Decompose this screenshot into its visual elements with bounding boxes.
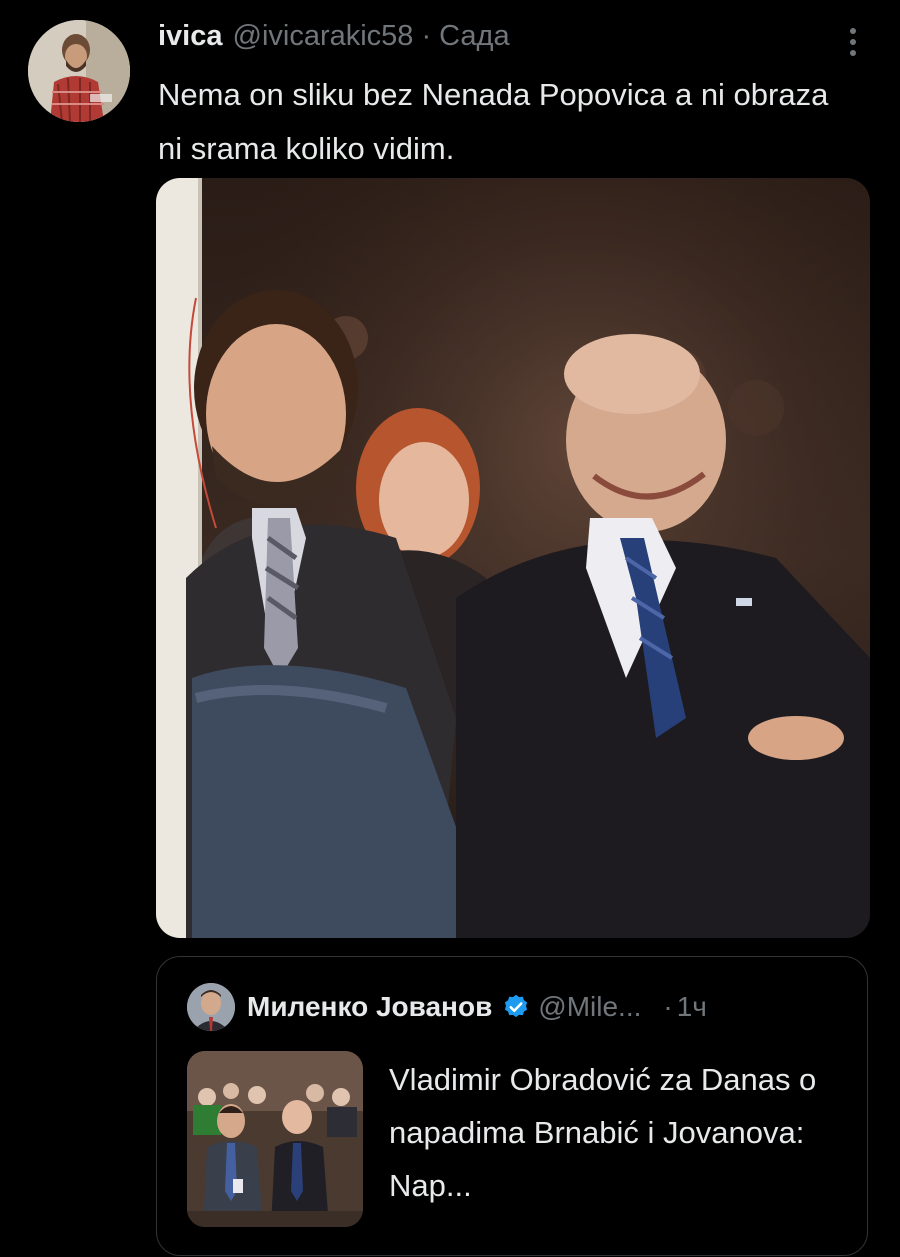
more-vertical-icon — [850, 28, 856, 56]
quoted-author-display-name[interactable]: Миленко Јованов — [247, 991, 492, 1023]
photo-image — [156, 178, 870, 938]
quoted-tweet-text: Vladimir Obradović za Danas o napadima B… — [389, 1062, 817, 1203]
tweet[interactable]: ivica @ivicarakic58 · Сада Nema on sliku… — [0, 0, 900, 1257]
quoted-author-avatar[interactable] — [187, 983, 235, 1031]
quoted-media-thumbnail[interactable] — [187, 1051, 363, 1227]
more-options-button[interactable] — [838, 22, 868, 62]
author-avatar[interactable] — [28, 20, 130, 122]
separator-dot: · — [421, 20, 432, 52]
quoted-tweet[interactable]: Миленко Јованов @Mile... · 1ч Vladimir O… — [156, 956, 868, 1256]
tweet-text: Nema on sliku bez Nenada Popovica a ni o… — [158, 77, 829, 166]
verified-badge-icon — [502, 993, 530, 1021]
tweet-timestamp[interactable]: Сада — [439, 20, 509, 53]
quoted-separator-dot: · — [663, 991, 673, 1022]
tweet-header: ivica @ivicarakic58 · Сада — [158, 20, 510, 60]
quoted-tweet-header: Миленко Јованов @Mile... · 1ч — [247, 987, 707, 1027]
quoted-author-handle[interactable]: @Mile... — [538, 991, 641, 1023]
quoted-timestamp[interactable]: 1ч — [677, 991, 707, 1023]
author-display-name[interactable]: ivica — [158, 20, 223, 53]
author-handle[interactable]: @ivicarakic58 — [233, 20, 414, 53]
tweet-media-photo[interactable] — [156, 178, 870, 938]
